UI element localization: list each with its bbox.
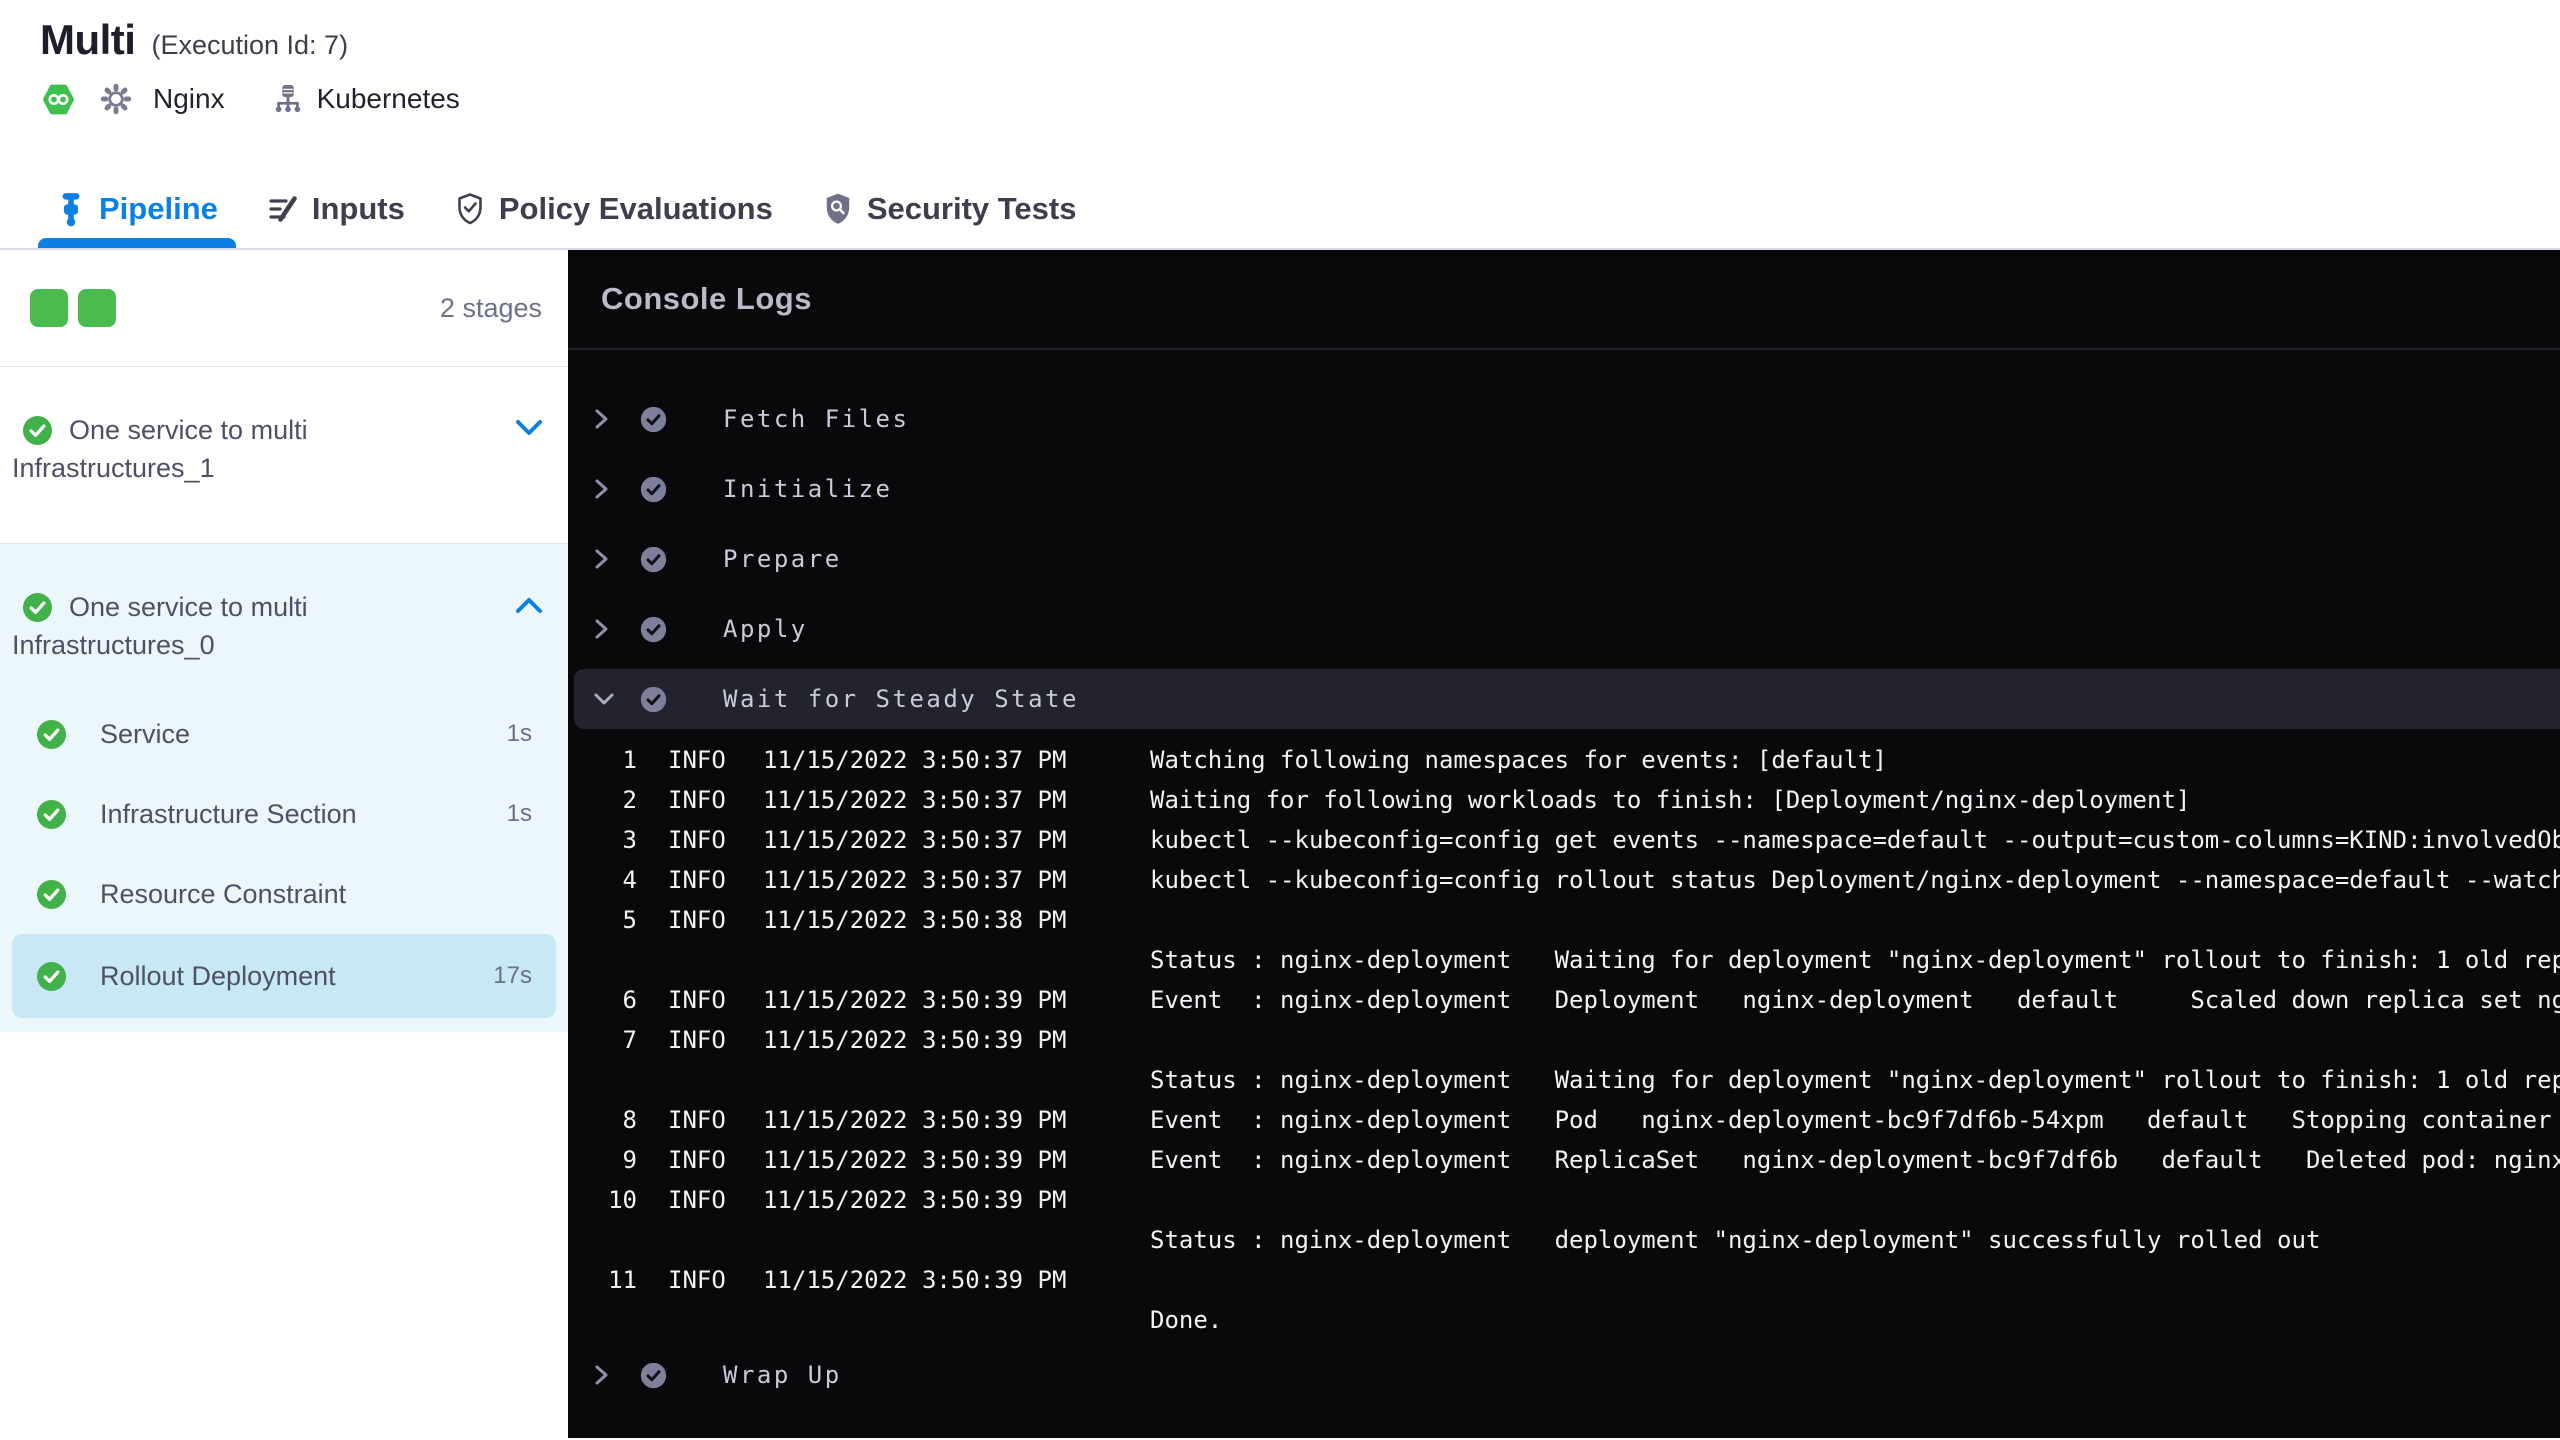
log-section-fetch-files[interactable]: Fetch Files <box>568 384 2560 454</box>
chevron-right-icon[interactable] <box>593 478 615 500</box>
log-line: 3 INFO 11/15/2022 3:50:37 PM kubectl --kube… <box>622 826 2560 854</box>
chevron-up-icon[interactable] <box>514 594 544 616</box>
success-check-icon <box>640 406 667 433</box>
chevron-down-icon[interactable] <box>514 417 544 439</box>
stages-count: 2 stages <box>439 292 542 323</box>
console-logs-panel: Console Logs Fetch Files Initialize Prep… <box>568 250 2560 1438</box>
stage-group-infrastructures-0: One service to multi Infrastructures_0 S… <box>0 543 568 1032</box>
log-section-wait-for-steady-state[interactable]: Wait for Steady State <box>574 669 2560 729</box>
stages-sidebar: 2 stages One service to multi Infrastruc… <box>0 250 568 1438</box>
log-section-prepare[interactable]: Prepare <box>568 524 2560 594</box>
success-check-icon <box>36 719 67 750</box>
tab-inputs[interactable]: Inputs <box>249 170 423 248</box>
log-line: Status : nginx-deployment Waiting for de… <box>1150 946 2560 974</box>
tab-security-tests[interactable]: Security Tests <box>804 170 1095 248</box>
success-check-icon <box>640 616 667 643</box>
kubernetes-cluster-icon <box>273 83 303 115</box>
tab-label: Policy Evaluations <box>498 191 773 226</box>
step-service[interactable]: Service 1s <box>0 694 568 774</box>
tabs: Pipeline Inputs Policy Evaluations Secur… <box>38 170 1107 248</box>
tab-label: Pipeline <box>99 191 218 226</box>
section-label: Prepare <box>723 545 842 573</box>
stage-status-square[interactable] <box>78 289 116 327</box>
log-line: 7 INFO 11/15/2022 3:50:39 PM <box>622 1026 1067 1054</box>
tab-label: Inputs <box>311 191 405 226</box>
log-section-wrap-up[interactable]: Wrap Up <box>568 1340 2560 1410</box>
log-line: Status : nginx-deployment deployment "ng… <box>1150 1226 2321 1254</box>
stage-name: One service to multi Infrastructures_1 <box>12 415 308 483</box>
success-check-icon <box>640 686 667 713</box>
section-label: Fetch Files <box>723 405 910 433</box>
chevron-right-icon[interactable] <box>593 1364 615 1386</box>
inputs-icon <box>267 193 299 225</box>
entity-row: Nginx Kubernetes <box>42 79 2560 119</box>
log-line: 1 INFO 11/15/2022 3:50:37 PM Watching follo… <box>622 746 1887 774</box>
step-duration: 1s <box>506 800 532 827</box>
tab-label: Security Tests <box>866 191 1077 226</box>
environment-name: Kubernetes <box>316 83 460 114</box>
gear-icon <box>99 82 133 116</box>
section-label: Wrap Up <box>723 1361 842 1389</box>
success-check-icon <box>640 476 667 503</box>
section-label: Apply <box>723 615 808 643</box>
chevron-right-icon[interactable] <box>593 618 615 640</box>
chevron-down-icon[interactable] <box>593 690 615 708</box>
stage-status-square[interactable] <box>30 289 68 327</box>
chevron-right-icon[interactable] <box>593 408 615 430</box>
log-line: 5 INFO 11/15/2022 3:50:38 PM <box>622 906 1067 934</box>
log-line: 11 INFO 11/15/2022 3:50:39 PM <box>608 1266 1067 1294</box>
log-section-apply[interactable]: Apply <box>568 594 2560 664</box>
success-check-icon <box>640 1362 667 1389</box>
stage-item-infrastructures-0[interactable]: One service to multi Infrastructures_0 <box>0 544 568 694</box>
step-duration: 17s <box>493 962 532 989</box>
step-duration: 1s <box>506 720 532 747</box>
success-check-icon <box>36 879 67 910</box>
log-line: Done. <box>1150 1306 1223 1334</box>
step-name: Infrastructure Section <box>100 798 357 829</box>
stage-item-infrastructures-1[interactable]: One service to multi Infrastructures_1 <box>0 367 568 543</box>
section-label: Initialize <box>723 475 893 503</box>
section-label: Wait for Steady State <box>723 685 1079 713</box>
chevron-right-icon[interactable] <box>593 548 615 570</box>
log-section-initialize[interactable]: Initialize <box>568 454 2560 524</box>
harness-cd-icon <box>42 81 75 118</box>
log-line: 2 INFO 11/15/2022 3:50:37 PM Waiting for fo… <box>622 786 2191 814</box>
log-line: 6 INFO 11/15/2022 3:50:39 PM Event : nginx-… <box>622 986 2560 1014</box>
service-name: Nginx <box>153 83 225 114</box>
shield-check-icon <box>454 192 486 226</box>
step-name: Service <box>100 718 191 749</box>
success-check-icon <box>36 961 67 992</box>
log-lines: 1 INFO 11/15/2022 3:50:37 PM Watching follo… <box>568 734 2560 1340</box>
success-check-icon <box>22 415 53 446</box>
shield-search-icon <box>822 192 854 226</box>
top-bar: Multi (Execution Id: 7) Nginx Kubernetes… <box>0 0 2560 250</box>
log-line: 8 INFO 11/15/2022 3:50:39 PM Event : nginx-… <box>622 1106 2560 1134</box>
console-logs-title: Console Logs <box>568 250 2560 350</box>
tab-pipeline[interactable]: Pipeline <box>38 170 236 248</box>
execution-id: (Execution Id: 7) <box>151 30 349 60</box>
page-title: Multi <box>40 16 136 63</box>
step-name: Rollout Deployment <box>100 960 336 991</box>
step-rollout-deployment[interactable]: Rollout Deployment 17s <box>12 934 556 1018</box>
log-line: 9 INFO 11/15/2022 3:50:39 PM Event : nginx-… <box>622 1146 2560 1174</box>
log-line: 4 INFO 11/15/2022 3:50:37 PM kubectl --kube… <box>622 866 2560 894</box>
stage-name: One service to multi Infrastructures_0 <box>12 592 308 660</box>
pipeline-icon <box>56 191 86 227</box>
success-check-icon <box>36 799 67 830</box>
log-line: Status : nginx-deployment Waiting for de… <box>1150 1066 2560 1094</box>
title-row: Multi (Execution Id: 7) <box>0 0 2560 64</box>
log-line: 10 INFO 11/15/2022 3:50:39 PM <box>608 1186 1067 1214</box>
step-infrastructure-section[interactable]: Infrastructure Section 1s <box>0 774 568 854</box>
tab-policy-evaluations[interactable]: Policy Evaluations <box>436 170 791 248</box>
success-check-icon <box>640 546 667 573</box>
step-name: Resource Constraint <box>100 878 347 909</box>
stages-header: 2 stages <box>0 250 568 367</box>
success-check-icon <box>22 592 53 623</box>
step-resource-constraint[interactable]: Resource Constraint <box>0 854 568 934</box>
